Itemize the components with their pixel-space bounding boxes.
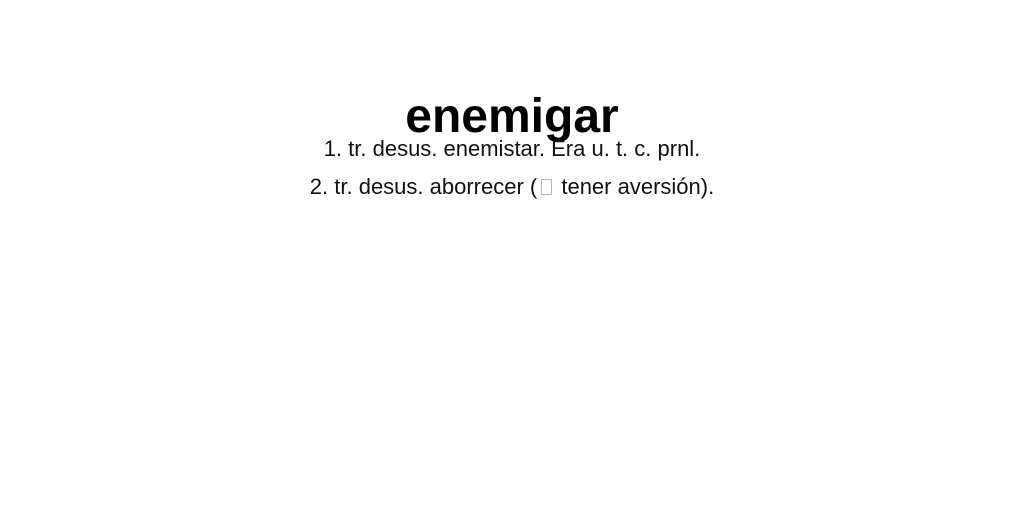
definition-2-before-glyph: 2. tr. desus. aborrecer ( <box>309 174 538 199</box>
definition-list: 1. tr. desus. enemistar. Era u. t. c. pr… <box>0 130 1024 206</box>
definition-2: 2. tr. desus. aborrecer ( tener aversión… <box>0 168 1024 206</box>
missing-glyph-icon <box>541 179 553 195</box>
definition-1: 1. tr. desus. enemistar. Era u. t. c. pr… <box>323 136 701 161</box>
definition-2-after-glyph: tener aversión). <box>555 174 715 199</box>
